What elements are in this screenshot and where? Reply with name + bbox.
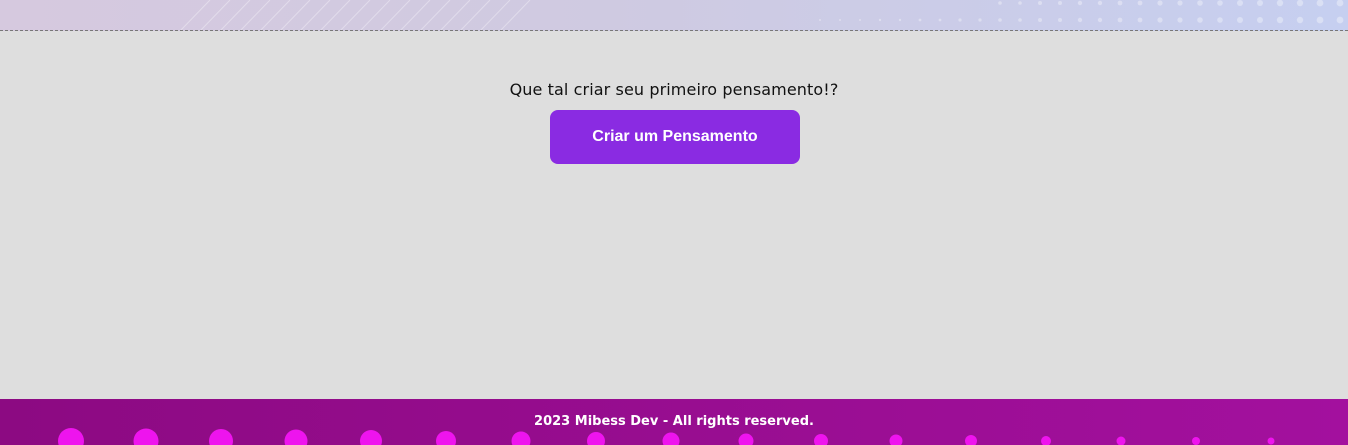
create-thought-button[interactable]: Criar um Pensamento (550, 110, 800, 164)
header-pattern (180, 0, 1344, 30)
footer-copyright: 2023 Mibess Dev - All rights reserved. (534, 414, 814, 429)
main-content: Que tal criar seu primeiro pensamento!? … (0, 32, 1348, 399)
header-decoration (0, 0, 1348, 31)
footer: 2023 Mibess Dev - All rights reserved. (0, 399, 1348, 445)
empty-state-message: Que tal criar seu primeiro pensamento!? (509, 80, 839, 99)
